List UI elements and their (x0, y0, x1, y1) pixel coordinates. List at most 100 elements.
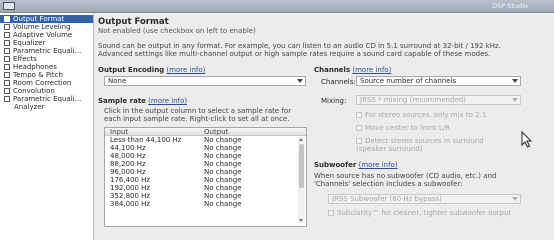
table-row[interactable]: 48,000 Hz No change (105, 152, 306, 160)
sidebar-item[interactable]: Volume Leveling (0, 23, 93, 31)
sidebar-item[interactable]: Equalizer (0, 39, 93, 47)
stereo-mix-checkbox[interactable] (356, 112, 362, 118)
sample-rate-table[interactable]: Input Output Less than 44,100 Hz No chang… (104, 127, 307, 227)
sidebar-item-label: Output Format (13, 15, 65, 23)
output-rate-cell[interactable]: No change (204, 136, 242, 144)
sidebar-item[interactable]: Adaptive Volume (0, 31, 93, 39)
table-scrollbar[interactable] (298, 137, 305, 223)
sidebar-item[interactable]: Effects (0, 55, 93, 63)
move-center-label: Move center to front L/R (365, 124, 450, 132)
move-center-checkbox[interactable] (356, 125, 362, 131)
mixing-value: JRSS * mixing (recommended) (360, 96, 466, 104)
sidebar-item-label: Volume Leveling (13, 23, 71, 31)
sidebar-item-label: Effects (13, 55, 37, 63)
output-encoding-more-info-link[interactable]: (more info) (166, 66, 205, 74)
output-rate-cell[interactable]: No change (204, 152, 242, 160)
output-rate-cell[interactable]: No change (204, 176, 242, 184)
sidebar-item-label: Convolution (13, 87, 55, 95)
sidebar-item-checkbox[interactable] (4, 64, 10, 70)
page-title: Output Format (98, 17, 169, 27)
column-header-input[interactable]: Input (110, 128, 128, 136)
table-row[interactable]: 192,000 Hz No change (105, 184, 306, 192)
chevron-down-icon (512, 98, 518, 102)
sample-rate-more-info-link[interactable]: (more info) (148, 97, 187, 105)
column-header-output[interactable]: Output (204, 128, 228, 136)
stereo-mix-option[interactable]: For stereo sources, only mix to 2.1 (356, 111, 486, 119)
title-bar: DSP Studio (0, 0, 554, 13)
sidebar-item-label: Parametric Equali... (13, 95, 82, 103)
channels-section: Channels (more info) (314, 66, 391, 74)
subwoofer-label: Subwoofer (314, 161, 357, 169)
table-row[interactable]: 176,400 Hz No change (105, 176, 306, 184)
output-rate-cell[interactable]: No change (204, 168, 242, 176)
table-row[interactable]: Less than 44,100 Hz No change (105, 136, 306, 144)
sidebar-item[interactable]: Analyzer (0, 103, 93, 111)
channels-more-info-link[interactable]: (more info) (352, 66, 391, 74)
sidebar-item-label: Tempo & Pitch (13, 71, 63, 79)
sidebar-item[interactable]: Room Correction (0, 79, 93, 87)
input-rate-cell: 384,000 Hz (110, 200, 151, 208)
sidebar-item-checkbox[interactable] (4, 32, 10, 38)
window-title: DSP Studio (492, 2, 528, 10)
detect-stereo-checkbox[interactable] (356, 138, 362, 144)
subwoofer-more-info-link[interactable]: (more info) (359, 161, 398, 169)
detect-stereo-label: Detect stereo sources in surround (speak… (356, 137, 484, 153)
sidebar-item-label: Room Correction (13, 79, 72, 87)
table-row[interactable]: 44,100 Hz No change (105, 144, 306, 152)
subclarity-label: Subclarity™ for cleaner, tighter subwoof… (337, 209, 512, 217)
detect-stereo-option[interactable]: Detect stereo sources in surround (speak… (356, 137, 501, 153)
move-center-option[interactable]: Move center to front L/R (356, 124, 450, 132)
table-row[interactable]: 96,000 Hz No change (105, 168, 306, 176)
sidebar-item-label: Headphones (13, 63, 57, 71)
table-row[interactable]: 88,200 Hz No change (105, 160, 306, 168)
sidebar-item-checkbox[interactable] (4, 24, 10, 30)
sidebar-item[interactable]: Parametric Equali... (0, 95, 93, 103)
output-encoding-select[interactable]: None (104, 76, 306, 86)
table-row[interactable]: 352,800 Hz No change (105, 192, 306, 200)
sidebar-item[interactable]: Tempo & Pitch (0, 71, 93, 79)
output-rate-cell[interactable]: No change (204, 200, 242, 208)
output-encoding-section: Output Encoding (more info) (98, 66, 205, 74)
chevron-down-icon (512, 197, 518, 201)
mouse-cursor-icon (521, 131, 533, 148)
sidebar-item-label: Analyzer (14, 103, 45, 111)
sidebar-item-checkbox[interactable] (4, 96, 10, 102)
output-rate-cell[interactable]: No change (204, 144, 242, 152)
chevron-down-icon (297, 79, 303, 83)
scrollbar-thumb[interactable] (299, 144, 304, 188)
scroll-down-icon[interactable] (299, 219, 303, 222)
table-header: Input Output (105, 128, 306, 136)
sidebar-item-checkbox[interactable] (4, 16, 10, 22)
output-rate-cell[interactable]: No change (204, 184, 242, 192)
sidebar-item-checkbox[interactable] (4, 48, 10, 54)
sidebar-item-checkbox[interactable] (4, 88, 10, 94)
subwoofer-section: Subwoofer (more info) (314, 161, 398, 169)
output-rate-cell[interactable]: No change (204, 192, 242, 200)
table-row[interactable]: 384,000 Hz No change (105, 200, 306, 208)
subwoofer-select[interactable]: JRSS Subwoofer (60 Hz bypass) (328, 194, 521, 204)
sidebar-item[interactable]: Headphones (0, 63, 93, 71)
output-encoding-label: Output Encoding (98, 66, 165, 74)
sidebar-item-checkbox[interactable] (4, 56, 10, 62)
scroll-up-icon[interactable] (299, 138, 303, 141)
channels-field-label: Channels: (321, 78, 356, 86)
sidebar-item-checkbox[interactable] (4, 40, 10, 46)
input-rate-cell: 352,800 Hz (110, 192, 151, 200)
input-rate-cell: 96,000 Hz (110, 168, 146, 176)
output-rate-cell[interactable]: No change (204, 160, 242, 168)
subclarity-checkbox[interactable] (328, 210, 334, 216)
channels-value: Source number of channels (360, 77, 457, 85)
chevron-down-icon (512, 79, 518, 83)
sidebar-item-checkbox[interactable] (4, 72, 10, 78)
sidebar-item-label: Adaptive Volume (13, 31, 73, 39)
sidebar-item[interactable]: Convolution (0, 87, 93, 95)
channels-label: Channels (314, 66, 351, 74)
sidebar-item-checkbox[interactable] (4, 80, 10, 86)
mixing-select[interactable]: JRSS * mixing (recommended) (356, 95, 521, 105)
sidebar-item[interactable]: Output Format (0, 15, 93, 23)
sidebar-item[interactable]: Parametric Equali... (0, 47, 93, 55)
channels-select[interactable]: Source number of channels (356, 76, 521, 86)
sidebar: Output Format Volume Leveling Adaptive Vol… (0, 13, 94, 240)
subwoofer-help: When source has no subwoofer (CD audio, … (314, 172, 497, 188)
subclarity-option[interactable]: Subclarity™ for cleaner, tighter subwoof… (328, 209, 511, 217)
